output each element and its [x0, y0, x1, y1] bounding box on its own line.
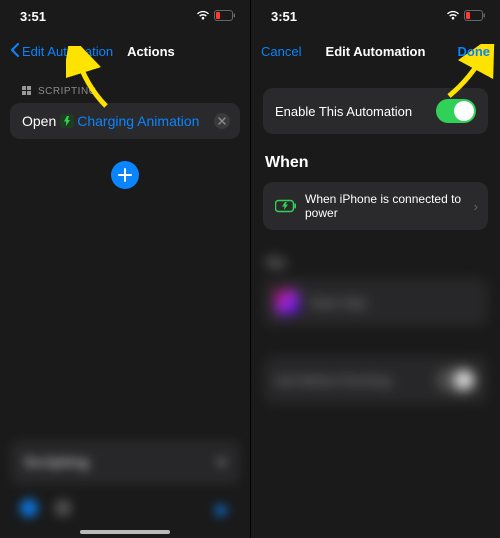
cancel-button[interactable]: Cancel	[261, 44, 301, 59]
home-indicator	[80, 530, 170, 534]
status-right	[446, 9, 486, 24]
ask-label: Ask Before Running	[275, 373, 391, 388]
nav-bar: Edit Automation Actions	[0, 32, 250, 70]
app-icon	[275, 290, 299, 314]
back-button[interactable]: Edit Automation	[10, 43, 113, 60]
ask-section-blurred: Ask Before Running	[263, 356, 488, 404]
app-name[interactable]: Charging Animation	[77, 113, 199, 129]
when-trigger-row[interactable]: When iPhone is connected to power ›	[263, 182, 488, 230]
open-label: Open	[22, 113, 56, 129]
status-time: 3:51	[271, 9, 297, 24]
when-heading: When	[251, 134, 500, 182]
battery-icon	[214, 9, 236, 24]
app-icon	[60, 114, 74, 128]
power-icon	[275, 199, 297, 213]
status-right	[196, 9, 236, 24]
section-label: SCRIPTING	[0, 70, 250, 103]
blurred-close: ×	[217, 454, 226, 471]
plus-icon	[118, 168, 132, 182]
wifi-icon	[196, 9, 210, 24]
ask-before-running-row: Ask Before Running	[263, 356, 488, 404]
enable-automation-toggle[interactable]	[436, 99, 476, 123]
chevron-left-icon	[10, 43, 20, 60]
do-heading: Do	[263, 254, 488, 278]
add-action-button[interactable]	[111, 161, 139, 189]
battery-icon	[464, 9, 486, 24]
status-bar: 3:51	[251, 0, 500, 32]
do-action-row: Open App	[263, 278, 488, 326]
when-text: When iPhone is connected to power	[305, 192, 476, 220]
blurred-row: ▶	[10, 493, 240, 520]
chevron-right-icon: ›	[474, 199, 478, 214]
section-label-text: SCRIPTING	[38, 86, 97, 97]
blurred-arrow: ▶	[216, 499, 230, 520]
status-bar: 3:51	[0, 0, 250, 32]
ask-toggle	[436, 368, 476, 392]
edit-automation-screen: 3:51 Cancel Edit Automation Done Enable …	[250, 0, 500, 538]
enable-automation-row[interactable]: Enable This Automation	[263, 88, 488, 134]
blurred-dot	[54, 499, 72, 517]
action-card-open-app[interactable]: Open Charging Animation	[10, 103, 240, 139]
actions-screen: 3:51 Edit Automation Actions SCRIPTING O…	[0, 0, 250, 538]
blurred-title: Scripting	[24, 454, 89, 471]
done-button[interactable]: Done	[458, 44, 491, 59]
blurred-card: Scripting ×	[10, 440, 240, 485]
nav-bar: Cancel Edit Automation Done	[251, 32, 500, 70]
do-action-label: Open App	[309, 295, 367, 310]
status-time: 3:51	[20, 9, 46, 24]
enable-label: Enable This Automation	[275, 104, 412, 119]
back-label: Edit Automation	[22, 44, 113, 59]
scripting-grid-icon	[22, 86, 33, 97]
remove-action-button[interactable]	[214, 113, 230, 129]
blurred-dot	[20, 499, 38, 517]
close-icon	[218, 117, 226, 125]
do-section-blurred: Do Open App	[263, 254, 488, 326]
wifi-icon	[446, 9, 460, 24]
suggestions-blurred: Scripting × ▶	[10, 440, 240, 520]
page-title: Actions	[127, 44, 175, 59]
